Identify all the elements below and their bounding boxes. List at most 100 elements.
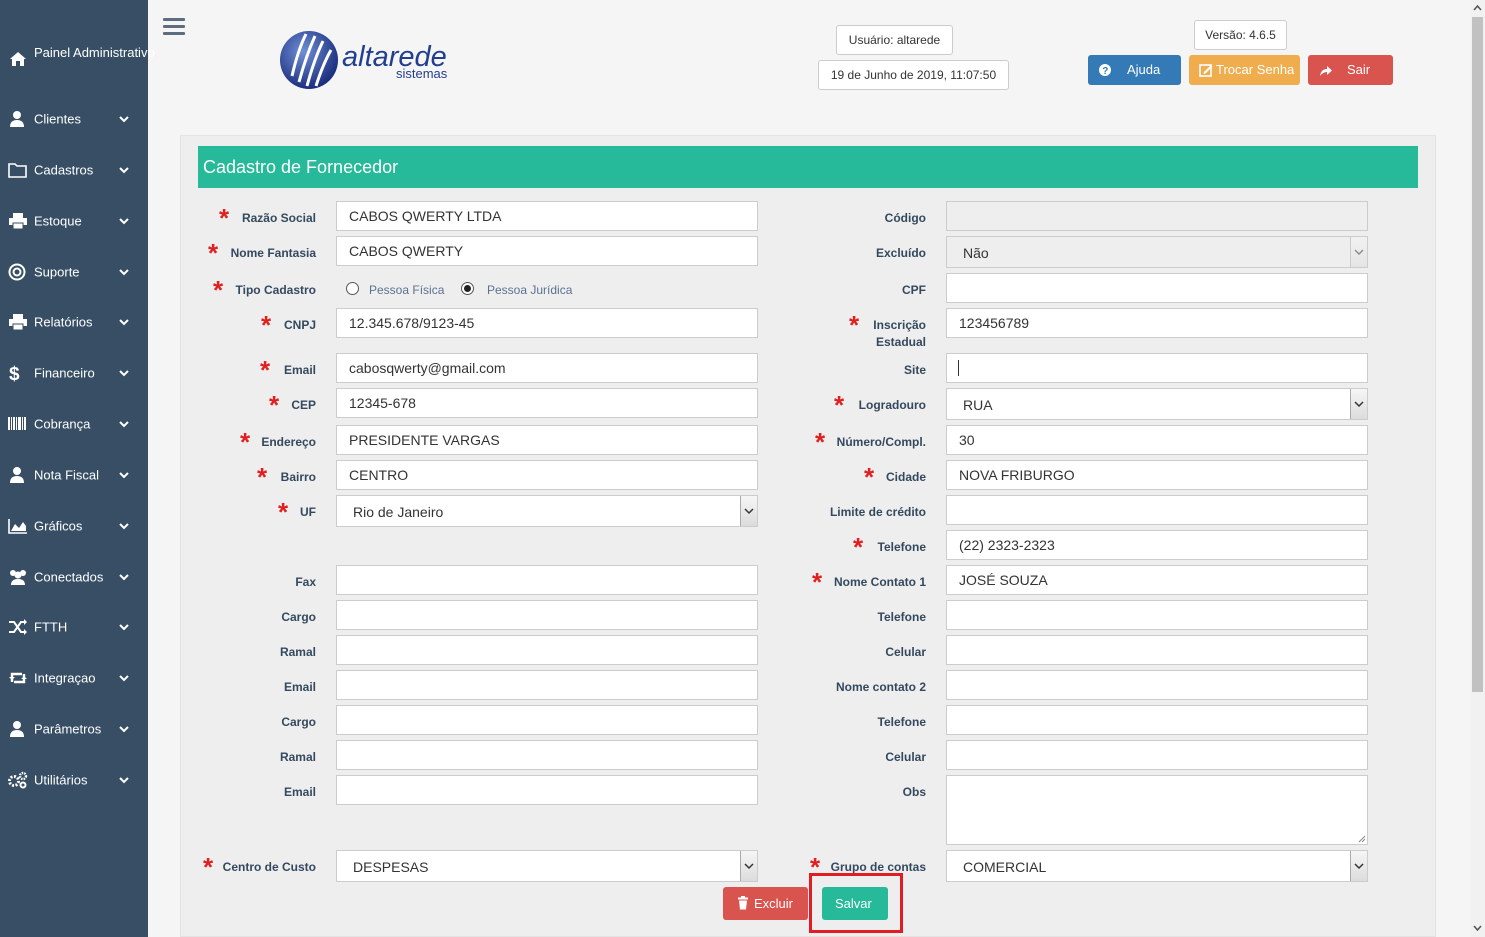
sidebar-item-cobranca[interactable]: Cobrança bbox=[0, 409, 148, 439]
celular-2-input[interactable] bbox=[946, 740, 1368, 770]
cargo-1-input[interactable] bbox=[336, 600, 758, 630]
sidebar-item-estoque[interactable]: Estoque bbox=[0, 206, 148, 236]
telefone-1-input[interactable] bbox=[946, 600, 1368, 630]
sidebar-item-financeiro[interactable]: $ Financeiro bbox=[0, 358, 148, 388]
label-logradouro: Logradouro bbox=[858, 398, 926, 412]
required-marker: * bbox=[213, 275, 224, 305]
scroll-thumb[interactable] bbox=[1472, 17, 1483, 692]
help-button[interactable]: ? Ajuda bbox=[1088, 55, 1181, 85]
inscricao-estadual-input[interactable] bbox=[946, 308, 1368, 338]
label-fax: Fax bbox=[295, 575, 316, 589]
chevron-down-icon bbox=[119, 777, 129, 784]
scroll-up-icon[interactable] bbox=[1473, 5, 1482, 11]
print-icon bbox=[9, 314, 27, 331]
radio-label-pessoa-juridica[interactable]: Pessoa Jurídica bbox=[487, 283, 572, 297]
centro-custo-select-value: DESPESAS bbox=[353, 859, 429, 875]
sidebar-item-utilitarios[interactable]: Utilitários bbox=[0, 765, 148, 795]
chevron-down-icon bbox=[119, 472, 129, 479]
required-marker: * bbox=[261, 310, 272, 340]
label-cidade: Cidade bbox=[885, 470, 926, 484]
cep-input[interactable] bbox=[336, 388, 758, 418]
print-icon bbox=[9, 213, 27, 230]
label-cargo-1: Cargo bbox=[281, 610, 316, 624]
menu-toggle-icon[interactable] bbox=[163, 18, 185, 38]
delete-button[interactable]: Excluir bbox=[723, 887, 808, 920]
label-obs: Obs bbox=[902, 785, 926, 799]
label-email-2: Email bbox=[283, 785, 316, 799]
ramal-1-input[interactable] bbox=[336, 635, 758, 665]
fax-input[interactable] bbox=[336, 565, 758, 595]
sidebar: Painel Administrativo Clientes Cadastros… bbox=[0, 0, 155, 937]
sidebar-item-painel[interactable]: Painel Administrativo bbox=[0, 42, 155, 82]
nome-contato-1-input[interactable] bbox=[946, 565, 1368, 595]
endereco-input[interactable] bbox=[336, 425, 758, 455]
label-razao-social: Razão Social bbox=[241, 211, 316, 225]
centro-custo-select[interactable]: DESPESAS bbox=[336, 850, 758, 882]
sidebar-item-suporte[interactable]: Suporte bbox=[0, 257, 148, 287]
label-grupo-contas: Grupo de contas bbox=[830, 860, 926, 874]
sidebar-item-parametros[interactable]: Parâmetros bbox=[0, 714, 148, 744]
sidebar-item-label: Conectados bbox=[34, 569, 104, 585]
cidade-input[interactable] bbox=[946, 460, 1368, 490]
lifebuoy-icon bbox=[8, 263, 26, 281]
sidebar-item-label: Utilitários bbox=[34, 772, 88, 788]
chevron-down-icon bbox=[1350, 851, 1367, 881]
telefone-2-input[interactable] bbox=[946, 705, 1368, 735]
logout-button[interactable]: Sair bbox=[1308, 55, 1393, 85]
sidebar-item-label: Relatórios bbox=[34, 314, 93, 330]
radio-label-pessoa-fisica[interactable]: Pessoa Física bbox=[369, 283, 444, 297]
change-password-button[interactable]: Trocar Senha bbox=[1189, 55, 1300, 85]
share-icon bbox=[1320, 66, 1332, 76]
nome-contato-2-input[interactable] bbox=[946, 670, 1368, 700]
excluido-select: Não bbox=[946, 236, 1368, 268]
ramal-2-input[interactable] bbox=[336, 740, 758, 770]
sidebar-item-ftth[interactable]: FTTH bbox=[0, 612, 148, 642]
datetime-badge: 19 de Junho de 2019, 11:07:50 bbox=[818, 60, 1009, 90]
razao-social-input[interactable] bbox=[336, 201, 758, 231]
sidebar-item-clientes[interactable]: Clientes bbox=[0, 104, 148, 134]
site-input[interactable] bbox=[946, 353, 1368, 383]
radio-pessoa-fisica[interactable] bbox=[346, 282, 359, 295]
limite-credito-input[interactable] bbox=[946, 495, 1368, 525]
cargo-2-input[interactable] bbox=[336, 705, 758, 735]
help-label: Ajuda bbox=[1127, 62, 1161, 77]
nome-fantasia-input[interactable] bbox=[336, 236, 758, 266]
sidebar-item-label: Gráficos bbox=[34, 518, 83, 534]
sidebar-item-integracao[interactable]: Integraçao bbox=[0, 663, 148, 693]
required-marker: * bbox=[815, 427, 826, 457]
label-codigo: Código bbox=[884, 211, 926, 225]
obs-textarea[interactable] bbox=[946, 775, 1368, 845]
resize-handle-icon[interactable] bbox=[1357, 834, 1366, 843]
logradouro-select[interactable]: RUA bbox=[946, 388, 1368, 420]
label-excluido: Excluído bbox=[875, 246, 926, 260]
label-cargo-2: Cargo bbox=[281, 715, 316, 729]
page-scrollbar[interactable] bbox=[1470, 0, 1485, 937]
excluido-select-value: Não bbox=[963, 245, 989, 261]
numero-input[interactable] bbox=[946, 425, 1368, 455]
grupo-contas-select[interactable]: COMERCIAL bbox=[946, 850, 1368, 882]
logradouro-select-value: RUA bbox=[963, 397, 993, 413]
site-field bbox=[946, 353, 1368, 383]
chevron-down-icon bbox=[119, 624, 129, 631]
uf-select[interactable]: Rio de Janeiro bbox=[336, 495, 758, 527]
required-marker: * bbox=[849, 310, 860, 340]
telefone-input[interactable] bbox=[946, 530, 1368, 560]
celular-1-input[interactable] bbox=[946, 635, 1368, 665]
sidebar-item-nota-fiscal[interactable]: Nota Fiscal bbox=[0, 460, 148, 490]
email-2-input[interactable] bbox=[336, 775, 758, 805]
cpf-input[interactable] bbox=[946, 273, 1368, 303]
sidebar-item-label: Suporte bbox=[34, 264, 80, 280]
radio-pessoa-juridica[interactable] bbox=[461, 282, 474, 295]
required-marker: * bbox=[203, 852, 214, 882]
sidebar-item-cadastros[interactable]: Cadastros bbox=[0, 155, 148, 185]
label-estadual: Estadual bbox=[875, 335, 926, 349]
cnpj-input[interactable] bbox=[336, 308, 758, 338]
scroll-down-icon[interactable] bbox=[1473, 925, 1482, 931]
email-1-input[interactable] bbox=[336, 670, 758, 700]
sidebar-item-graficos[interactable]: Gráficos bbox=[0, 511, 148, 541]
sidebar-item-relatorios[interactable]: Relatórios bbox=[0, 307, 148, 337]
sidebar-item-conectados[interactable]: Conectados bbox=[0, 562, 148, 592]
bairro-input[interactable] bbox=[336, 460, 758, 490]
email-input[interactable] bbox=[336, 353, 758, 383]
delete-label: Excluir bbox=[754, 896, 794, 911]
